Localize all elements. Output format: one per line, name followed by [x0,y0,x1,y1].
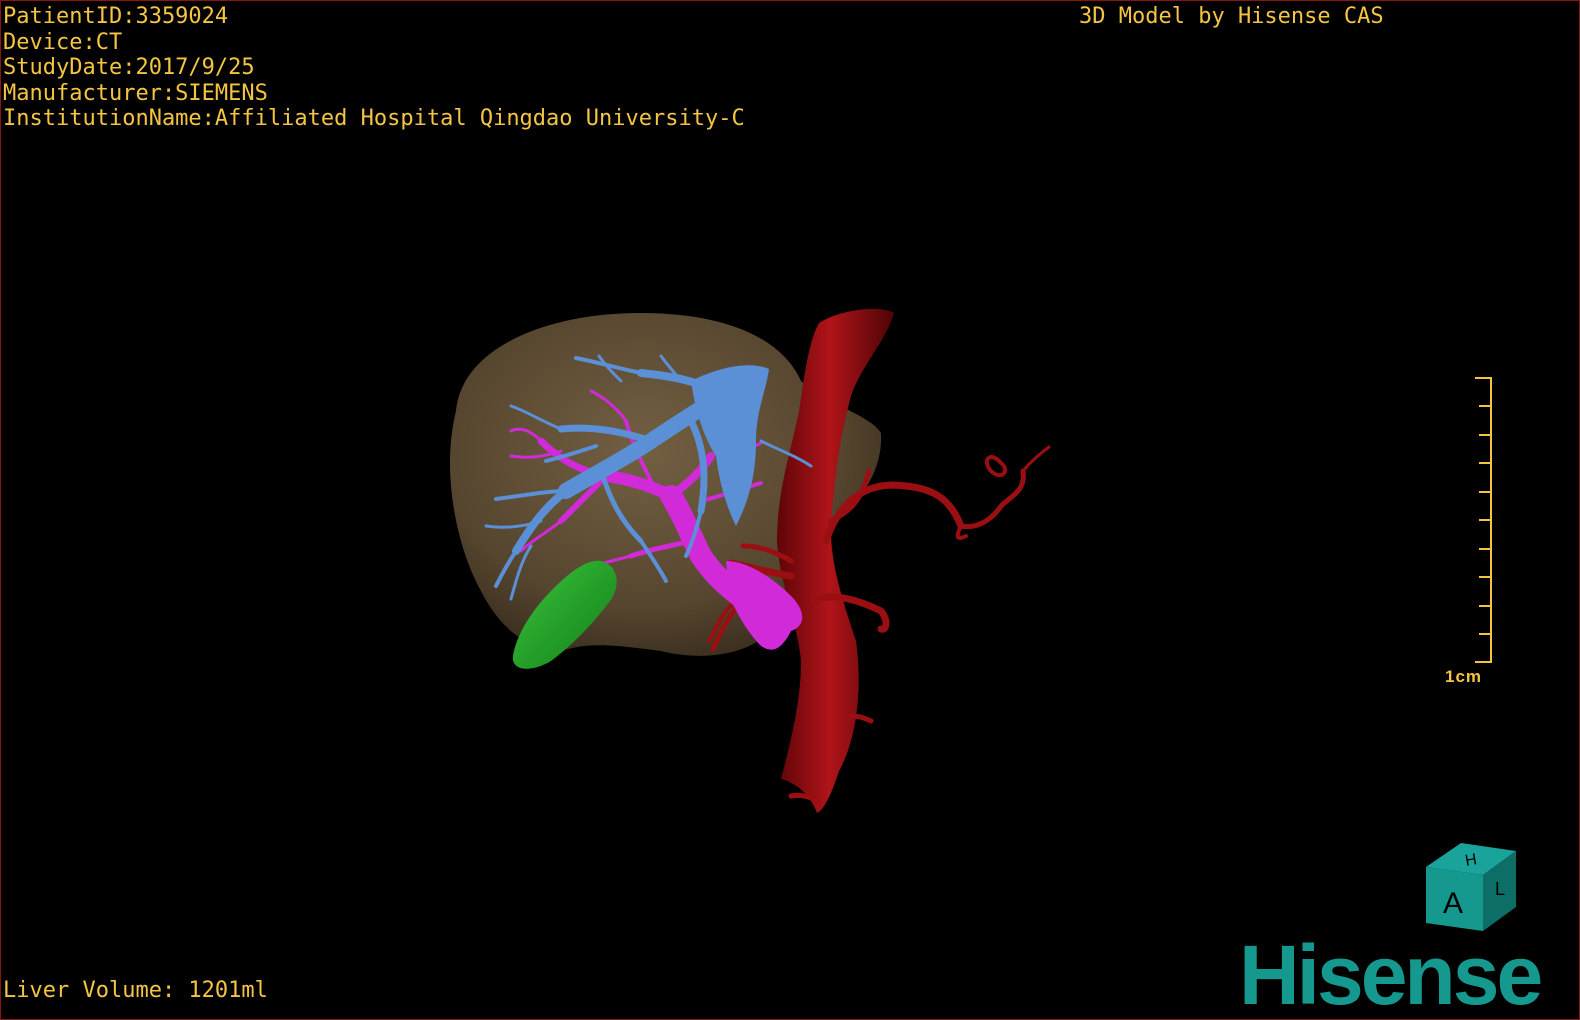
institution-name: InstitutionName:Affiliated Hospital Qing… [3,106,745,131]
model-credit: 3D Model by Hisense CAS [1079,4,1384,29]
cube-face-right: L [1495,879,1505,899]
scale-bar [1475,377,1492,663]
anatomy-model[interactable] [1,1,1579,1019]
scale-bar-label: 1cm [1445,667,1483,686]
manufacturer: Manufacturer:SIEMENS [3,80,268,106]
patient-id: PatientID:3359024 [3,4,229,29]
hisense-logo: Hisense [1239,928,1543,1020]
device: Device:CT [3,29,123,55]
study-date: StudyDate:2017/9/25 [3,55,255,80]
cube-face-front: A [1443,887,1463,920]
liver-volume: Liver Volume: 1201ml [3,978,268,1003]
orientation-cube[interactable]: A H L [1421,837,1521,937]
3d-viewport[interactable]: PatientID:3359024 Device:CT StudyDate:20… [0,0,1580,1020]
dicom-info-overlay: PatientID:3359024 Device:CT StudyDate:20… [3,4,745,132]
